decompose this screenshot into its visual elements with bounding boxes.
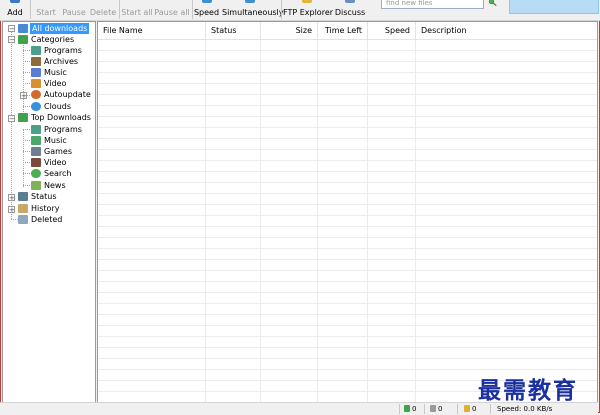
discuss-label: Discuss — [334, 8, 366, 17]
list-header: File Name Status Size Time Left Speed De… — [98, 22, 597, 40]
expand-toggle-status[interactable]: + — [8, 194, 15, 202]
tree-item-label: Status — [31, 192, 57, 201]
speed-status: Speed: 0.0 KB/s — [497, 405, 553, 413]
speed-label: Speed — [193, 8, 220, 17]
queued-count: 0 — [430, 404, 442, 414]
collapse-toggle-all[interactable]: − — [8, 25, 15, 33]
collapse-toggle-top-downloads[interactable]: − — [8, 115, 15, 123]
top-downloads-icon — [18, 113, 28, 122]
pause-all-label: Pause all — [154, 8, 190, 17]
add-icon — [10, 0, 20, 3]
tree-item-label: Games — [44, 147, 72, 156]
ftp-explorer-button[interactable]: FTP Explorer — [283, 0, 334, 20]
watermark: 最需教育 — [478, 377, 578, 404]
search-icon — [31, 169, 41, 178]
queue-icon — [430, 405, 436, 412]
toolbar: Add Start Pause Delete Start all Pause a… — [0, 0, 600, 21]
completed-count-value: 0 — [472, 405, 477, 413]
simultaneously-label: Simultaneously — [222, 8, 284, 17]
list-body[interactable] — [98, 40, 597, 402]
start-all-label: Start all — [121, 8, 153, 17]
tree-item-label: Archives — [44, 57, 79, 66]
downloads-icon — [18, 24, 28, 33]
add-label: Add — [7, 8, 23, 17]
search-icon[interactable] — [488, 0, 497, 6]
column-status[interactable]: Status — [206, 22, 261, 39]
folder-icon — [302, 0, 312, 3]
play-icon — [404, 405, 410, 412]
tree-item-label: Autoupdate — [44, 90, 91, 99]
search-input[interactable]: find new files — [381, 0, 484, 9]
pause-label: Pause — [62, 8, 86, 17]
status-bar: 0 0 0 Speed: 0.0 KB/s — [0, 402, 598, 415]
add-button[interactable]: Add — [3, 0, 27, 20]
tree-item-label: Top Downloads — [31, 113, 91, 122]
tree-item-label: Search — [44, 169, 72, 178]
autoupdate-icon — [31, 90, 41, 99]
column-file-name[interactable]: File Name — [98, 22, 206, 39]
simultaneously-icon — [245, 0, 255, 3]
music-icon — [31, 68, 41, 77]
active-count: 0 — [404, 404, 416, 414]
completed-count: 0 — [464, 404, 476, 414]
pause-all-button[interactable]: Pause all — [154, 0, 190, 20]
column-size[interactable]: Size — [261, 22, 318, 39]
status-icon — [18, 192, 28, 201]
speed-button[interactable]: Speed — [193, 0, 220, 20]
category-tree: − All downloads − Categories Programs Ar… — [2, 21, 96, 403]
pause-button[interactable]: Pause — [60, 0, 88, 20]
cloud-icon — [31, 102, 41, 111]
discuss-button[interactable]: Discuss — [333, 0, 367, 20]
tree-item-label: Music — [44, 68, 67, 77]
active-count-value: 0 — [412, 405, 417, 413]
expand-toggle-autoupdate[interactable]: + — [20, 92, 27, 100]
delete-label: Delete — [89, 8, 117, 17]
archives-icon — [31, 57, 41, 66]
start-label: Start — [36, 8, 56, 17]
delete-button[interactable]: Delete — [89, 0, 117, 20]
start-all-button[interactable]: Start all — [121, 0, 153, 20]
column-time-left[interactable]: Time Left — [318, 22, 368, 39]
categories-icon — [18, 35, 28, 44]
ad-banner — [509, 0, 599, 14]
tree-item-label: Categories — [31, 35, 75, 44]
games-icon — [31, 147, 41, 156]
tree-item-label: Deleted — [31, 215, 63, 224]
tree-item-label: Programs — [44, 125, 82, 134]
simultaneously-button[interactable]: Simultaneously — [222, 0, 284, 20]
trash-icon — [18, 215, 28, 224]
news-icon — [31, 181, 41, 190]
pause-icon — [464, 405, 470, 412]
programs-icon — [31, 125, 41, 134]
music-icon — [31, 136, 41, 145]
tree-item-label: Music — [44, 136, 67, 145]
programs-icon — [31, 46, 41, 55]
tree-item-label: Video — [44, 79, 67, 88]
start-button[interactable]: Start — [33, 0, 59, 20]
tree-item-label: News — [44, 181, 66, 190]
tree-item-label: All downloads — [30, 23, 90, 34]
expand-toggle-history[interactable]: + — [8, 206, 15, 214]
discuss-icon — [345, 0, 355, 3]
history-icon — [18, 204, 28, 213]
speed-icon — [201, 0, 212, 3]
queued-count-value: 0 — [438, 405, 443, 413]
ftp-explorer-label: FTP Explorer — [283, 8, 334, 17]
download-list: File Name Status Size Time Left Speed De… — [97, 21, 598, 403]
video-icon — [31, 158, 41, 167]
tree-item-label: Video — [44, 158, 67, 167]
tree-item-label: Clouds — [44, 102, 72, 111]
column-description[interactable]: Description — [416, 22, 597, 39]
tree-item-label: History — [31, 204, 60, 213]
video-icon — [31, 79, 41, 88]
column-speed[interactable]: Speed — [368, 22, 416, 39]
collapse-toggle-categories[interactable]: − — [8, 36, 15, 44]
tree-item-label: Programs — [44, 46, 82, 55]
